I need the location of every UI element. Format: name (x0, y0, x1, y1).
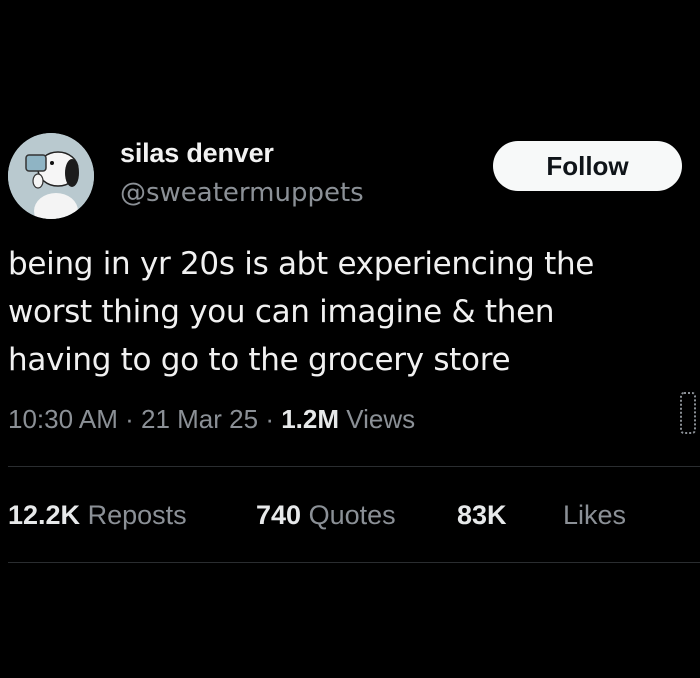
divider (8, 562, 700, 563)
tweet-text: being in yr 20s is abt experiencing the … (8, 240, 692, 384)
likes-count: 83K (457, 500, 507, 530)
reposts-count: 12.2K (8, 500, 81, 530)
tweet-card: silas denver @sweatermuppets Follow bein… (0, 0, 700, 678)
tweet-date[interactable]: 21 Mar 25 (141, 404, 258, 434)
quotes-label: Quotes (308, 500, 396, 530)
divider (8, 466, 700, 467)
likes-label: Likes (563, 500, 627, 530)
follow-button[interactable]: Follow (493, 141, 682, 191)
tweet-meta: 10:30 AM · 21 Mar 25 · 1.2M Views (8, 404, 415, 435)
reposts-stat[interactable]: 12.2K Reposts (8, 500, 187, 531)
avatar[interactable] (8, 133, 94, 219)
quotes-count: 740 (256, 500, 302, 530)
meta-separator: · (265, 404, 274, 434)
reposts-label: Reposts (87, 500, 187, 530)
quotes-stat[interactable]: 740 Quotes (256, 500, 396, 531)
likes-count-stat[interactable]: 83K (457, 500, 507, 531)
tweet-text-line: being in yr 20s is abt experiencing the (8, 246, 595, 282)
views-count: 1.2M (281, 404, 340, 434)
tweet-text-line: worst thing you can imagine & then (8, 294, 555, 330)
display-name[interactable]: silas denver (120, 138, 274, 169)
user-handle[interactable]: @sweatermuppets (120, 178, 364, 208)
tweet-text-line: having to go to the grocery store (8, 342, 511, 378)
meta-separator: · (125, 404, 134, 434)
likes-label-stat[interactable]: Likes (563, 500, 626, 531)
views-label: Views (346, 404, 416, 434)
tweet-time[interactable]: 10:30 AM (8, 404, 118, 434)
analytics-icon[interactable] (680, 392, 696, 434)
snoopy-avatar-icon (8, 133, 94, 219)
